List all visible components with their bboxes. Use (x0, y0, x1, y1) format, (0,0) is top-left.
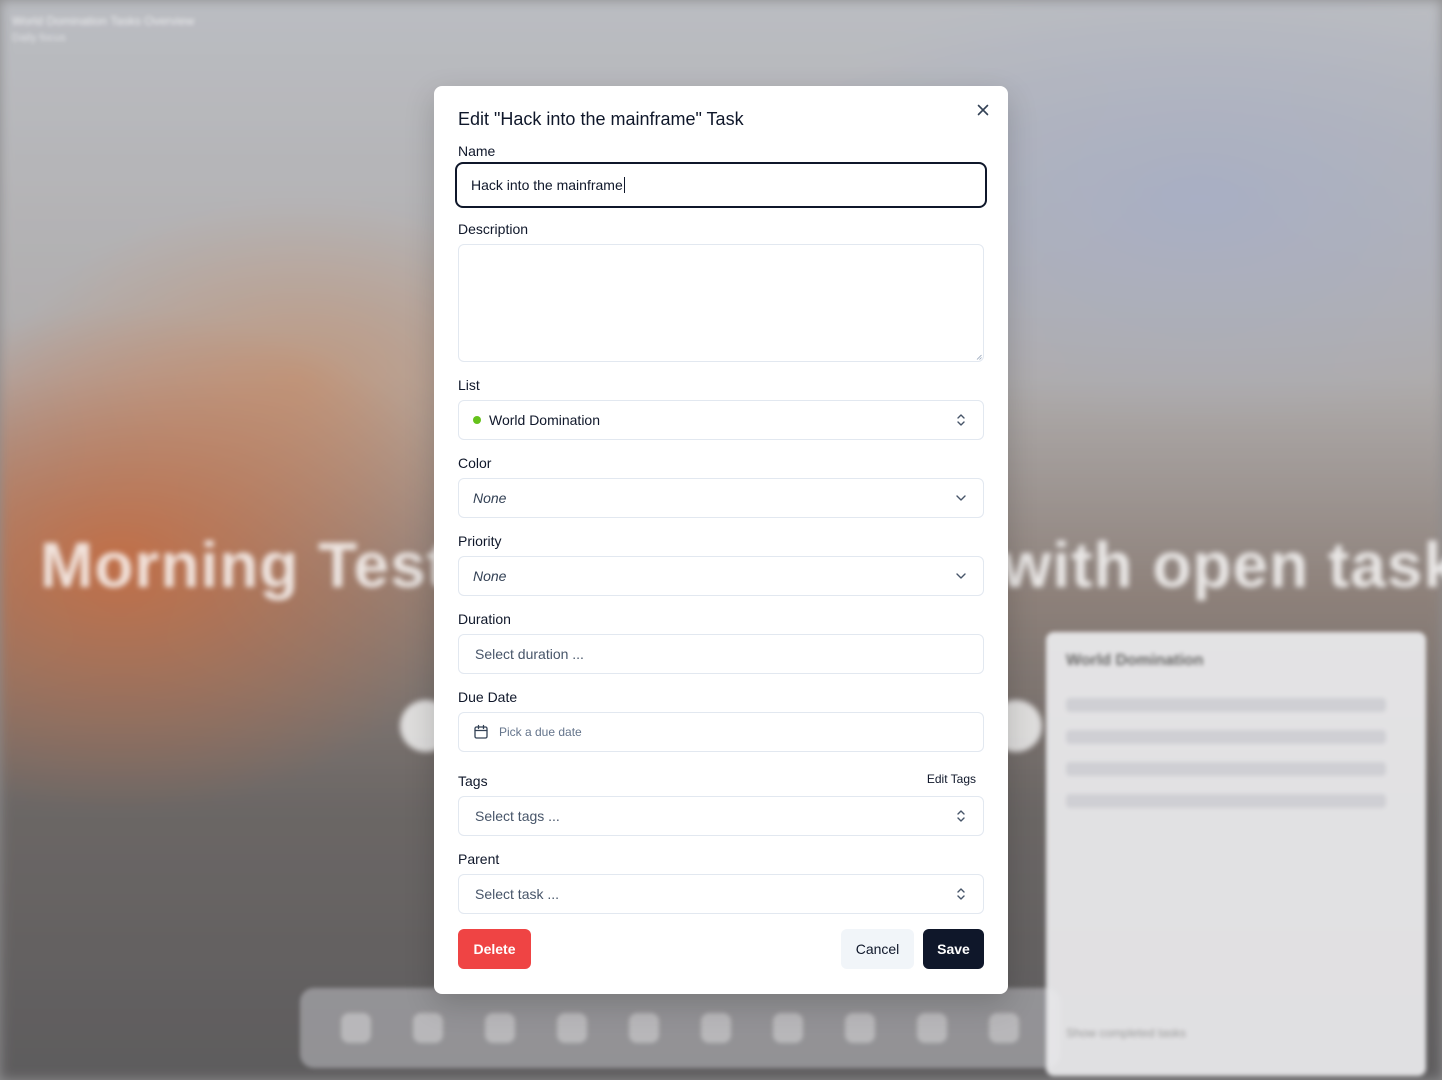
background-panel-title: World Domination (1066, 652, 1204, 669)
list-color-dot (473, 416, 481, 424)
background-panel-row (1066, 762, 1386, 776)
background-header-subtitle: Daily focus (12, 32, 66, 44)
save-button[interactable]: Save (923, 929, 984, 969)
chevrons-up-down-icon (957, 888, 965, 900)
background-dock (300, 988, 1060, 1068)
background-panel-row (1066, 794, 1386, 808)
name-input-value: Hack into the mainframe (471, 177, 623, 193)
edit-task-dialog: Edit "Hack into the mainframe" Task Name… (434, 86, 1008, 994)
background-panel-row (1066, 698, 1386, 712)
list-select-value: World Domination (489, 412, 601, 428)
dock-app-icon (917, 1013, 947, 1043)
list-select[interactable]: World Domination (458, 400, 984, 440)
description-label: Description (458, 221, 529, 237)
dock-app-icon (413, 1013, 443, 1043)
name-input[interactable]: Hack into the mainframe (455, 162, 987, 208)
list-label: List (458, 377, 480, 393)
background-header-title: World Domination Tasks Overview (12, 14, 195, 28)
priority-select[interactable]: None (458, 556, 984, 596)
chevron-down-icon (956, 495, 966, 501)
parent-label: Parent (458, 851, 500, 867)
close-button[interactable] (974, 101, 992, 119)
duration-placeholder: Select duration ... (475, 646, 584, 662)
parent-select[interactable]: Select task ... (458, 874, 984, 914)
parent-placeholder: Select task ... (475, 886, 560, 902)
color-select-value: None (473, 490, 507, 506)
dialog-title: Edit "Hack into the mainframe" Task (458, 109, 744, 129)
tags-placeholder: Select tags ... (475, 808, 560, 824)
name-label: Name (458, 143, 496, 159)
dock-app-icon (701, 1013, 731, 1043)
description-textarea[interactable] (458, 244, 984, 362)
tags-select[interactable]: Select tags ... (458, 796, 984, 836)
dock-app-icon (845, 1013, 875, 1043)
dock-app-icon (773, 1013, 803, 1043)
close-icon (977, 104, 989, 116)
text-caret (623, 177, 625, 193)
background-panel-footer: Show completed tasks (1066, 1026, 1187, 1040)
priority-select-value: None (473, 568, 507, 584)
due-date-label: Due Date (458, 689, 518, 705)
dock-app-icon (557, 1013, 587, 1043)
dock-app-icon (341, 1013, 371, 1043)
duration-select[interactable]: Select duration ... (458, 634, 984, 674)
chevrons-up-down-icon (957, 414, 965, 426)
due-date-picker[interactable]: Pick a due date (458, 712, 984, 752)
cancel-button[interactable]: Cancel (841, 929, 914, 969)
delete-button[interactable]: Delete (458, 929, 531, 969)
color-select[interactable]: None (458, 478, 984, 518)
edit-tags-button[interactable]: Edit Tags (919, 768, 984, 790)
dock-app-icon (989, 1013, 1019, 1043)
color-label: Color (458, 455, 492, 471)
chevron-down-icon (956, 573, 966, 579)
background-header: World Domination Tasks Overview Daily fo… (12, 14, 194, 44)
duration-label: Duration (458, 611, 511, 627)
priority-label: Priority (458, 533, 502, 549)
resize-grip-icon[interactable] (976, 354, 982, 360)
tags-label: Tags (458, 773, 488, 789)
chevrons-up-down-icon (957, 810, 965, 822)
dock-app-icon (485, 1013, 515, 1043)
calendar-icon (474, 724, 488, 739)
background-task-panel: World Domination Show completed tasks (1046, 632, 1426, 1076)
background-panel-row (1066, 730, 1386, 744)
dock-app-icon (629, 1013, 659, 1043)
due-date-placeholder: Pick a due date (499, 725, 582, 739)
